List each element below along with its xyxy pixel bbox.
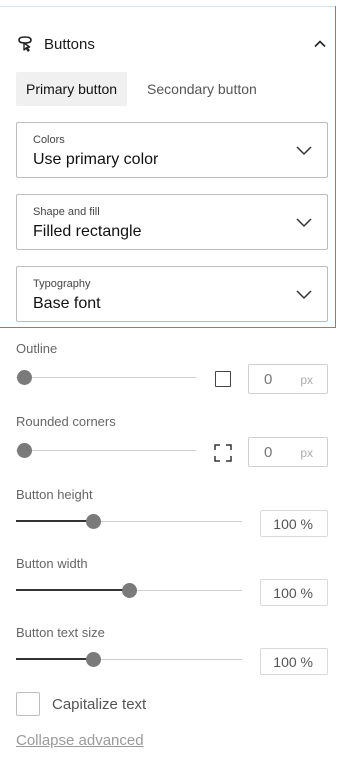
capitalize-text-option[interactable]: Capitalize text [16, 692, 146, 716]
tab-primary-button[interactable]: Primary button [16, 72, 128, 106]
rounded-corners-value: 0 [264, 444, 273, 461]
slider-knob[interactable] [17, 370, 32, 385]
select-label: Typography [33, 278, 91, 290]
rounded-corners-slider[interactable] [16, 441, 196, 461]
select-value: Use primary color [33, 151, 159, 168]
chevron-down-icon [296, 146, 312, 156]
outline-label: Outline [16, 341, 58, 356]
outline-value: 0 [264, 371, 273, 388]
rounded-corners-label: Rounded corners [16, 414, 116, 429]
select-value: Base font [33, 295, 101, 312]
rounded-corners-unit: px [300, 446, 313, 460]
collapse-advanced-link[interactable]: Collapse advanced [16, 732, 144, 749]
button-height-input[interactable]: 100 % [260, 510, 328, 537]
rounded-corners-input[interactable]: 0 px [248, 437, 328, 467]
button-text-size-input[interactable]: 100 % [260, 648, 328, 675]
capitalize-label: Capitalize text [52, 695, 147, 713]
buttons-section-header[interactable]: Buttons [16, 28, 328, 60]
chevron-down-icon [296, 290, 312, 300]
slider-knob[interactable] [17, 443, 32, 458]
outline-input[interactable]: 0 px [248, 364, 328, 394]
button-height-slider[interactable] [16, 512, 242, 532]
slider-fill [16, 589, 129, 591]
chevron-down-icon [296, 218, 312, 228]
button-width-slider[interactable] [16, 581, 242, 601]
slider-knob[interactable] [85, 652, 101, 667]
lock-cursor-icon [18, 36, 32, 52]
slider-fill [16, 658, 93, 660]
capitalize-checkbox[interactable] [16, 692, 40, 716]
button-text-size-label: Button text size [16, 625, 105, 640]
button-width-label: Button width [16, 556, 88, 571]
shape-and-fill-select[interactable]: Shape and fill Filled rectangle [16, 194, 328, 250]
typography-select[interactable]: Typography Base font [16, 266, 328, 322]
corners-icon[interactable] [214, 444, 232, 462]
button-text-size-slider[interactable] [16, 650, 242, 670]
select-label: Shape and fill [33, 206, 100, 218]
chevron-up-icon[interactable] [312, 36, 328, 52]
section-title: Buttons [44, 35, 95, 53]
outline-slider[interactable] [16, 368, 196, 388]
tab-secondary-button[interactable]: Secondary button [137, 72, 267, 106]
button-height-label: Button height [16, 487, 93, 502]
slider-knob[interactable] [85, 514, 101, 529]
button-type-tabs: Primary button Secondary button [16, 72, 267, 106]
select-label: Colors [33, 134, 65, 146]
outline-unit: px [300, 373, 313, 387]
colors-select[interactable]: Colors Use primary color [16, 122, 328, 178]
slider-fill [16, 520, 93, 522]
outline-toggle-checkbox[interactable] [215, 371, 231, 387]
select-value: Filled rectangle [33, 223, 142, 240]
slider-knob[interactable] [122, 583, 137, 598]
button-width-input[interactable]: 100 % [260, 579, 328, 606]
